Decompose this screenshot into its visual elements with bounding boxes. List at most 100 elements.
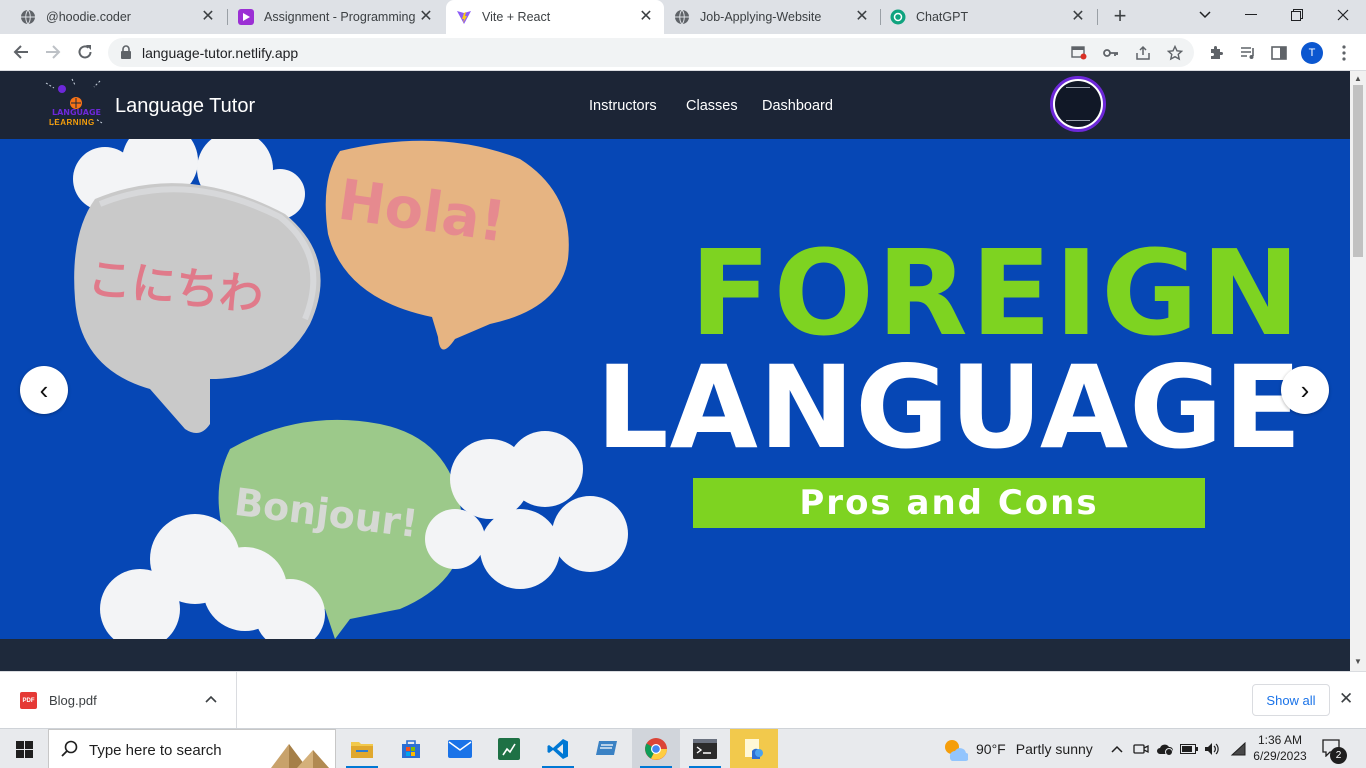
sticky-notes-icon[interactable] bbox=[730, 729, 778, 768]
hero-carousel: こにちわ Hola! Bonjour! FOREIGN LANGUAGE Pro… bbox=[0, 139, 1350, 639]
hero-title-line2: LANGUAGE bbox=[596, 341, 1303, 474]
bookmark-star-icon[interactable] bbox=[1166, 44, 1184, 62]
blocked-popup-icon[interactable] bbox=[1070, 44, 1088, 62]
nav-link-instructors[interactable]: Instructors bbox=[589, 98, 657, 114]
file-explorer-icon[interactable] bbox=[338, 729, 386, 768]
partly-sunny-icon bbox=[945, 740, 968, 761]
weather-widget[interactable]: 90°F Partly sunny bbox=[942, 737, 1093, 761]
pyramids-icon bbox=[271, 744, 329, 768]
windows-start-icon[interactable] bbox=[0, 729, 48, 768]
download-item[interactable]: PDF Blog.pdf bbox=[0, 672, 237, 728]
hero-banner-text: Pros and Cons bbox=[799, 483, 1099, 523]
site-navbar: LANGUAGE LEARNING Language Tutor Instruc… bbox=[0, 71, 1350, 139]
pdf-file-icon: PDF bbox=[20, 692, 37, 709]
close-tab-icon[interactable]: ✕ bbox=[200, 9, 216, 25]
play-icon bbox=[238, 9, 254, 25]
chevron-up-icon[interactable] bbox=[205, 690, 217, 706]
taskbar-clock[interactable]: 1:36 AM 6/29/2023 bbox=[1250, 732, 1310, 764]
close-download-bar-icon[interactable]: ✕ bbox=[1339, 689, 1353, 709]
tab-title: ChatGPT bbox=[916, 10, 969, 24]
volume-icon[interactable] bbox=[1203, 740, 1221, 758]
new-tab-button[interactable]: + bbox=[1108, 5, 1132, 29]
search-placeholder: Type here to search bbox=[89, 742, 222, 759]
reload-icon[interactable] bbox=[72, 39, 98, 65]
hero-title-line1: FOREIGN bbox=[690, 224, 1303, 362]
spreadsheet-app-icon[interactable] bbox=[485, 729, 533, 768]
url-text[interactable]: language-tutor.netlify.app bbox=[142, 45, 298, 61]
search-icon bbox=[61, 740, 79, 763]
tab-title: Job-Applying-Website bbox=[700, 10, 822, 24]
terminal-icon[interactable] bbox=[681, 729, 729, 768]
show-all-downloads-button[interactable]: Show all bbox=[1252, 684, 1330, 716]
close-tab-icon[interactable]: ✕ bbox=[418, 9, 434, 25]
wifi-icon[interactable] bbox=[1229, 740, 1247, 758]
address-bar[interactable]: language-tutor.netlify.app bbox=[108, 38, 1194, 67]
onedrive-sync-icon[interactable] bbox=[1156, 740, 1174, 758]
close-tab-icon[interactable]: ✕ bbox=[1070, 9, 1086, 25]
clock-date: 6/29/2023 bbox=[1253, 749, 1307, 763]
profile-avatar[interactable]: T bbox=[1301, 42, 1323, 64]
share-icon[interactable] bbox=[1134, 44, 1152, 62]
key-icon[interactable] bbox=[1102, 44, 1120, 62]
nav-link-classes[interactable]: Classes bbox=[686, 98, 738, 114]
battery-icon[interactable] bbox=[1180, 740, 1198, 758]
clock-time: 1:36 AM bbox=[1257, 733, 1303, 747]
tab-search-icon[interactable] bbox=[1182, 0, 1228, 30]
chatgpt-icon bbox=[890, 9, 906, 25]
tab-vite-react[interactable]: Vite + React ✕ bbox=[446, 0, 664, 34]
mail-icon[interactable] bbox=[436, 729, 484, 768]
taskbar-search-box[interactable]: Type here to search bbox=[48, 729, 336, 768]
download-bar: PDF Blog.pdf Show all ✕ bbox=[0, 671, 1366, 728]
weather-condition: Partly sunny bbox=[1015, 741, 1093, 757]
avatar-image bbox=[1055, 81, 1101, 127]
weather-temperature: 90°F bbox=[976, 741, 1006, 757]
back-arrow-icon[interactable] bbox=[8, 39, 34, 65]
minimize-icon[interactable] bbox=[1228, 0, 1274, 30]
browser-toolbar: language-tutor.netlify.app T bbox=[0, 34, 1366, 71]
media-queue-icon[interactable] bbox=[1239, 44, 1257, 62]
globe-icon bbox=[20, 9, 36, 25]
logo-text: LEARNING bbox=[49, 118, 95, 127]
scroll-up-icon[interactable]: ▲ bbox=[1354, 74, 1362, 83]
carousel-prev-button[interactable]: ‹ bbox=[20, 366, 68, 414]
scroll-down-icon[interactable]: ▼ bbox=[1354, 657, 1362, 666]
forward-arrow-icon[interactable] bbox=[40, 39, 66, 65]
windows-taskbar: Type here to search 90°F Partly sunny 1:… bbox=[0, 728, 1366, 768]
globe-icon bbox=[674, 9, 690, 25]
tab-assignment[interactable]: Assignment - Programming H ✕ bbox=[226, 0, 444, 34]
extensions-icon[interactable] bbox=[1207, 44, 1225, 62]
vscode-icon[interactable] bbox=[534, 729, 582, 768]
microsoft-store-icon[interactable] bbox=[387, 729, 435, 768]
page-scrollbar[interactable]: ▲ ▼ bbox=[1350, 71, 1366, 671]
remote-desktop-icon[interactable] bbox=[583, 729, 631, 768]
close-tab-icon[interactable]: ✕ bbox=[638, 9, 654, 25]
browser-menu-icon[interactable] bbox=[1335, 44, 1353, 62]
speech-bubbles-illustration bbox=[73, 139, 628, 639]
tab-title: Vite + React bbox=[482, 10, 551, 24]
meet-now-icon[interactable] bbox=[1132, 740, 1150, 758]
scrollbar-thumb[interactable] bbox=[1353, 85, 1363, 257]
user-avatar[interactable] bbox=[1050, 76, 1106, 132]
chrome-icon[interactable] bbox=[632, 729, 680, 768]
tab-separator bbox=[1097, 9, 1098, 25]
side-panel-icon[interactable] bbox=[1270, 44, 1288, 62]
tab-chatgpt[interactable]: ChatGPT ✕ bbox=[880, 0, 1096, 34]
notification-count-badge: 2 bbox=[1330, 747, 1347, 764]
tray-chevron-up-icon[interactable] bbox=[1108, 740, 1126, 758]
restore-icon[interactable] bbox=[1274, 0, 1320, 30]
tab-title: @hoodie.coder bbox=[46, 10, 131, 24]
tab-title: Assignment - Programming H bbox=[264, 10, 418, 24]
nav-link-dashboard[interactable]: Dashboard bbox=[762, 98, 833, 114]
close-tab-icon[interactable]: ✕ bbox=[854, 9, 870, 25]
site-brand-title[interactable]: Language Tutor bbox=[115, 95, 255, 118]
close-window-icon[interactable] bbox=[1320, 0, 1366, 30]
tab-job-applying[interactable]: Job-Applying-Website ✕ bbox=[664, 0, 880, 34]
hero-banner: Pros and Cons bbox=[693, 478, 1205, 528]
tab-hoodie-coder[interactable]: @hoodie.coder ✕ bbox=[0, 0, 226, 34]
page-viewport: LANGUAGE LEARNING Language Tutor Instruc… bbox=[0, 71, 1350, 671]
site-logo[interactable]: LANGUAGE LEARNING bbox=[42, 77, 108, 133]
lock-icon[interactable] bbox=[120, 45, 132, 64]
carousel-next-button[interactable]: › bbox=[1281, 366, 1329, 414]
vite-icon bbox=[456, 9, 472, 25]
download-file-name[interactable]: Blog.pdf bbox=[49, 693, 97, 708]
